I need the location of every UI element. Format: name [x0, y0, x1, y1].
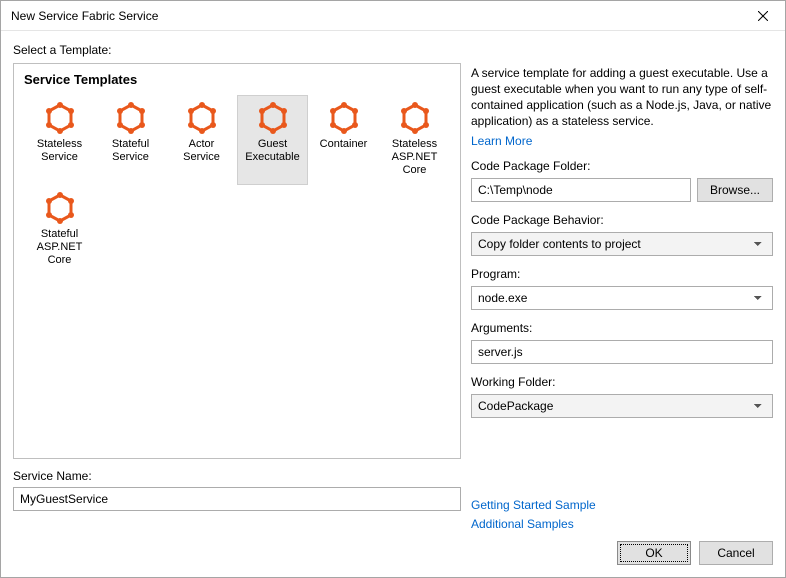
- dialog-window: New Service Fabric Service Select a Temp…: [0, 0, 786, 578]
- ok-button[interactable]: OK: [617, 541, 691, 565]
- hexagon-icon: [186, 102, 218, 134]
- template-label: Stateless ASP.NET Core: [380, 138, 449, 177]
- dialog-footer: OK Cancel: [13, 531, 773, 565]
- template-label: Actor Service: [167, 138, 236, 164]
- template-label: Container: [318, 138, 370, 151]
- code-package-folder-label: Code Package Folder:: [471, 159, 773, 173]
- left-column: Service Templates Stateless Service Stat…: [13, 63, 461, 531]
- code-package-folder-input[interactable]: [471, 178, 691, 202]
- templates-title: Service Templates: [24, 72, 450, 87]
- template-actor-service[interactable]: Actor Service: [166, 95, 237, 185]
- code-package-behavior-label: Code Package Behavior:: [471, 213, 773, 227]
- hexagon-icon: [399, 102, 431, 134]
- close-icon: [758, 11, 768, 21]
- service-name-input[interactable]: [13, 487, 461, 511]
- template-label: Stateless Service: [25, 138, 94, 164]
- templates-box: Service Templates Stateless Service Stat…: [13, 63, 461, 459]
- template-stateless-service[interactable]: Stateless Service: [24, 95, 95, 185]
- arguments-label: Arguments:: [471, 321, 773, 335]
- hexagon-icon: [44, 102, 76, 134]
- working-folder-select[interactable]: CodePackage: [471, 394, 773, 418]
- getting-started-link[interactable]: Getting Started Sample: [471, 498, 773, 512]
- template-label: Stateful ASP.NET Core: [25, 228, 94, 267]
- program-label: Program:: [471, 267, 773, 281]
- main-row: Service Templates Stateless Service Stat…: [13, 63, 773, 531]
- template-stateless-aspnet-core[interactable]: Stateless ASP.NET Core: [379, 95, 450, 185]
- hexagon-icon: [115, 102, 147, 134]
- hexagon-icon: [44, 192, 76, 224]
- hexagon-icon: [328, 102, 360, 134]
- learn-more-link[interactable]: Learn More: [471, 134, 773, 148]
- service-name-label: Service Name:: [13, 469, 461, 483]
- template-stateful-aspnet-core[interactable]: Stateful ASP.NET Core: [24, 185, 95, 275]
- close-button[interactable]: [740, 1, 785, 30]
- template-label: Guest Executable: [238, 138, 307, 164]
- content-area: Select a Template: Service Templates Sta…: [1, 31, 785, 577]
- template-description: A service template for adding a guest ex…: [471, 65, 773, 129]
- titlebar: New Service Fabric Service: [1, 1, 785, 31]
- cancel-button[interactable]: Cancel: [699, 541, 773, 565]
- working-folder-label: Working Folder:: [471, 375, 773, 389]
- program-select[interactable]: node.exe: [471, 286, 773, 310]
- hexagon-icon: [257, 102, 289, 134]
- template-stateful-service[interactable]: Stateful Service: [95, 95, 166, 185]
- browse-button[interactable]: Browse...: [697, 178, 773, 202]
- code-package-behavior-select[interactable]: Copy folder contents to project: [471, 232, 773, 256]
- arguments-input[interactable]: [471, 340, 773, 364]
- template-container[interactable]: Container: [308, 95, 379, 185]
- template-guest-executable[interactable]: Guest Executable: [237, 95, 308, 185]
- additional-samples-link[interactable]: Additional Samples: [471, 517, 773, 531]
- prompt-label: Select a Template:: [13, 43, 773, 57]
- window-title: New Service Fabric Service: [11, 9, 740, 23]
- templates-grid: Stateless Service Stateful Service Actor…: [24, 95, 450, 275]
- right-column: A service template for adding a guest ex…: [471, 63, 773, 531]
- template-label: Stateful Service: [96, 138, 165, 164]
